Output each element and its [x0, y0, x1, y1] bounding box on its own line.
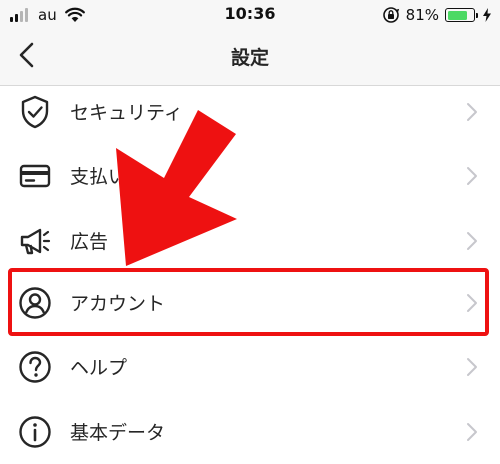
highlight-box [8, 268, 489, 336]
settings-item-security[interactable]: セキュリティ [0, 82, 500, 142]
settings-item-payments[interactable]: 支払い [0, 146, 500, 206]
chevron-right-icon [467, 167, 477, 185]
chevron-right-icon [467, 358, 477, 376]
chevron-right-icon [467, 423, 477, 441]
status-bar: au 10:36 81% [0, 0, 500, 30]
battery-icon [445, 8, 475, 22]
battery-cap [476, 12, 478, 18]
settings-item-label: ヘルプ [70, 357, 128, 379]
settings-item-basic-data[interactable]: 基本データ [0, 402, 500, 462]
settings-item-label: 基本データ [70, 422, 166, 444]
settings-item-label: セキュリティ [70, 102, 183, 124]
info-circle-icon [19, 416, 51, 448]
battery-percentage: 81% [405, 6, 439, 24]
page-title: 設定 [230, 47, 269, 69]
chevron-right-icon [467, 103, 477, 121]
navigation-bar: 設定 [0, 30, 500, 86]
settings-screen: au 10:36 81% 設定 セキュリティ 支払い 広告 アカウント ヘルプ … [0, 0, 500, 464]
settings-item-label: 支払い [70, 166, 128, 188]
megaphone-icon [20, 228, 51, 255]
settings-item-label: 広告 [70, 231, 109, 253]
help-circle-icon [19, 351, 51, 383]
battery-level-fill [447, 10, 467, 20]
settings-item-ads[interactable]: 広告 [0, 211, 500, 271]
shield-check-icon [21, 95, 49, 129]
charging-bolt-icon [483, 8, 491, 22]
orientation-lock-icon [382, 7, 399, 23]
credit-card-icon [19, 164, 51, 188]
status-right: 81% [382, 4, 492, 26]
settings-item-help[interactable]: ヘルプ [0, 337, 500, 397]
chevron-right-icon [467, 232, 477, 250]
